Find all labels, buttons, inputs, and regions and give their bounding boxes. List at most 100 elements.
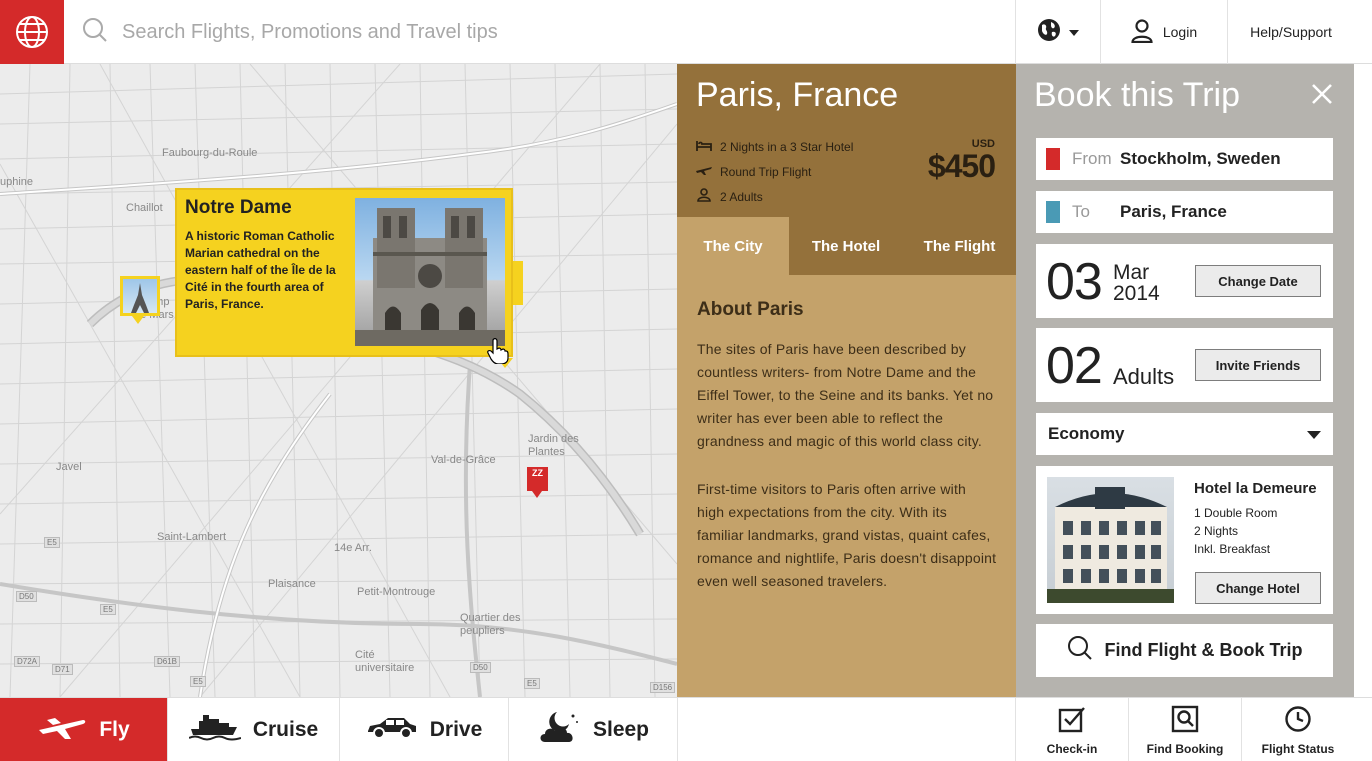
hotel-map-pin[interactable]: ZZ (527, 467, 548, 498)
moon-cloud-icon (537, 710, 581, 750)
city-map[interactable]: Faubourg-du-Roule Chaillot Champ de Mars… (0, 64, 677, 697)
to-label: To (1072, 202, 1090, 221)
tab-the-hotel[interactable]: The Hotel (789, 217, 903, 275)
about-paragraph: First-time visitors to Paris often arriv… (697, 481, 997, 589)
popup-description: A historic Roman Catholic Marian cathedr… (185, 229, 336, 311)
hotel-details: 1 Double Room 2 Nights Inkl. Breakfast (1194, 504, 1277, 558)
booking-panel: Book this Trip From Stockholm, Sweden To… (1016, 64, 1354, 697)
search-icon (1067, 635, 1093, 666)
tab-the-city[interactable]: The City (677, 217, 789, 275)
map-label: uphine (0, 176, 34, 188)
language-dropdown[interactable] (1015, 0, 1100, 64)
find-flight-book-trip-button[interactable]: Find Flight & Book Trip (1036, 624, 1333, 677)
to-field[interactable]: To Paris, France (1036, 191, 1333, 233)
eiffel-tower-thumbnail (123, 279, 157, 313)
mode-fly[interactable]: Fly (0, 698, 168, 761)
magnifier-doc-icon (1171, 705, 1199, 736)
map-label: Javel (56, 461, 82, 473)
globe-logo-icon[interactable] (0, 0, 64, 64)
mode-cruise-label: Cruise (252, 718, 319, 741)
hotel-breakfast: Inkl. Breakfast (1194, 542, 1271, 556)
blue-flag-icon (1046, 201, 1060, 223)
invite-friends-button[interactable]: Invite Friends (1195, 349, 1321, 381)
check-in-button[interactable]: Check-in (1015, 698, 1128, 761)
road-shield: D50 (16, 591, 37, 602)
search-icon (82, 17, 108, 48)
hotel-room: 1 Double Room (1194, 506, 1278, 520)
mode-fly-label: Fly (99, 718, 130, 741)
checkbox-icon (1058, 705, 1086, 736)
road-shield: D50 (470, 662, 491, 673)
to-value[interactable]: Paris, France (1120, 202, 1320, 222)
plane-icon (37, 714, 87, 746)
about-paragraph: The sites of Paris have been described b… (697, 341, 994, 449)
map-streets (0, 64, 677, 697)
close-icon[interactable] (1310, 82, 1334, 106)
adults-card: 02 Adults Invite Friends (1036, 328, 1333, 402)
road-shield: D61B (154, 656, 181, 667)
road-shield: D156 (650, 682, 676, 693)
feature-adults: 2 Adults (696, 184, 853, 209)
destination-title: Paris, France (696, 76, 899, 114)
hotel-card: Hotel la Demeure 1 Double Room 2 Nights … (1036, 466, 1333, 614)
map-label: Val-de-Grâce (431, 454, 496, 466)
tab-the-flight[interactable]: The Flight (903, 217, 1016, 275)
find-booking-button[interactable]: Find Booking (1128, 698, 1241, 761)
user-icon (1131, 18, 1153, 46)
from-value[interactable]: Stockholm, Sweden (1120, 149, 1320, 169)
notre-dame-popup[interactable]: Notre Dame A historic Roman Catholic Mar… (175, 188, 513, 368)
adults-label: Adults (1113, 364, 1175, 389)
clock-icon (1284, 705, 1312, 736)
login-label: Login (1162, 24, 1198, 40)
person-icon (696, 188, 712, 205)
adults-count: 02 (1046, 337, 1103, 395)
login-button[interactable]: Login (1100, 0, 1227, 64)
chevron-down-icon (1069, 23, 1079, 41)
cabin-class-select[interactable]: Economy (1036, 413, 1333, 455)
road-shield: D72A (14, 656, 41, 667)
help-support-link[interactable]: Help/Support (1227, 0, 1354, 64)
popup-title: Notre Dame (185, 197, 292, 218)
world-globe-icon (1037, 18, 1061, 47)
dropdown-arrow-icon (1307, 424, 1321, 444)
car-icon (366, 715, 418, 745)
map-label: Quartier des peupliers (460, 612, 521, 637)
road-shield: E5 (100, 604, 116, 615)
mode-drive[interactable]: Drive (340, 698, 509, 761)
map-label: Faubourg-du-Roule (162, 147, 258, 159)
feature-hotel: 2 Nights in a 3 Star Hotel (696, 134, 853, 159)
search-bar (64, 0, 1015, 64)
map-label: Saint-Lambert (157, 531, 227, 543)
from-field[interactable]: From Stockholm, Sweden (1036, 138, 1333, 180)
mode-sleep-label: Sleep (592, 718, 650, 741)
top-bar: Login Help/Support (0, 0, 1372, 64)
bottom-nav: Fly Cruise Drive Sleep Check-in Find Boo… (0, 697, 1372, 761)
flight-status-button[interactable]: Flight Status (1241, 698, 1354, 761)
date-month: Mar (1113, 261, 1150, 284)
change-hotel-button[interactable]: Change Hotel (1195, 572, 1321, 604)
from-label: From (1072, 149, 1112, 168)
about-heading: About Paris (697, 299, 804, 320)
hotel-photo (1047, 477, 1174, 603)
destination-panel: Paris, France 2 Nights in a 3 Star Hotel… (677, 64, 1016, 697)
ship-icon (188, 713, 242, 747)
destination-header: Paris, France 2 Nights in a 3 Star Hotel… (677, 64, 1016, 217)
feature-adults-label: 2 Adults (720, 189, 763, 204)
mode-sleep[interactable]: Sleep (509, 698, 678, 761)
search-input[interactable] (122, 20, 1002, 44)
road-shield: D71 (52, 664, 73, 675)
road-shield: E5 (44, 537, 60, 548)
red-flag-icon (1046, 148, 1060, 170)
road-shield: E5 (190, 676, 206, 687)
road-shield: E5 (524, 678, 540, 689)
mode-drive-label: Drive (429, 718, 483, 741)
date-year: 2014 (1113, 282, 1160, 305)
feature-flight: Round Trip Flight (696, 159, 853, 184)
eiffel-tower-pin[interactable] (120, 276, 160, 324)
destination-tabs: The City The Hotel The Flight (677, 217, 1016, 275)
mode-cruise[interactable]: Cruise (168, 698, 340, 761)
map-label: Jardin des Plantes (528, 433, 579, 458)
change-date-button[interactable]: Change Date (1195, 265, 1321, 297)
bed-icon (696, 138, 712, 155)
flight-status-label: Flight Status (1261, 741, 1335, 756)
